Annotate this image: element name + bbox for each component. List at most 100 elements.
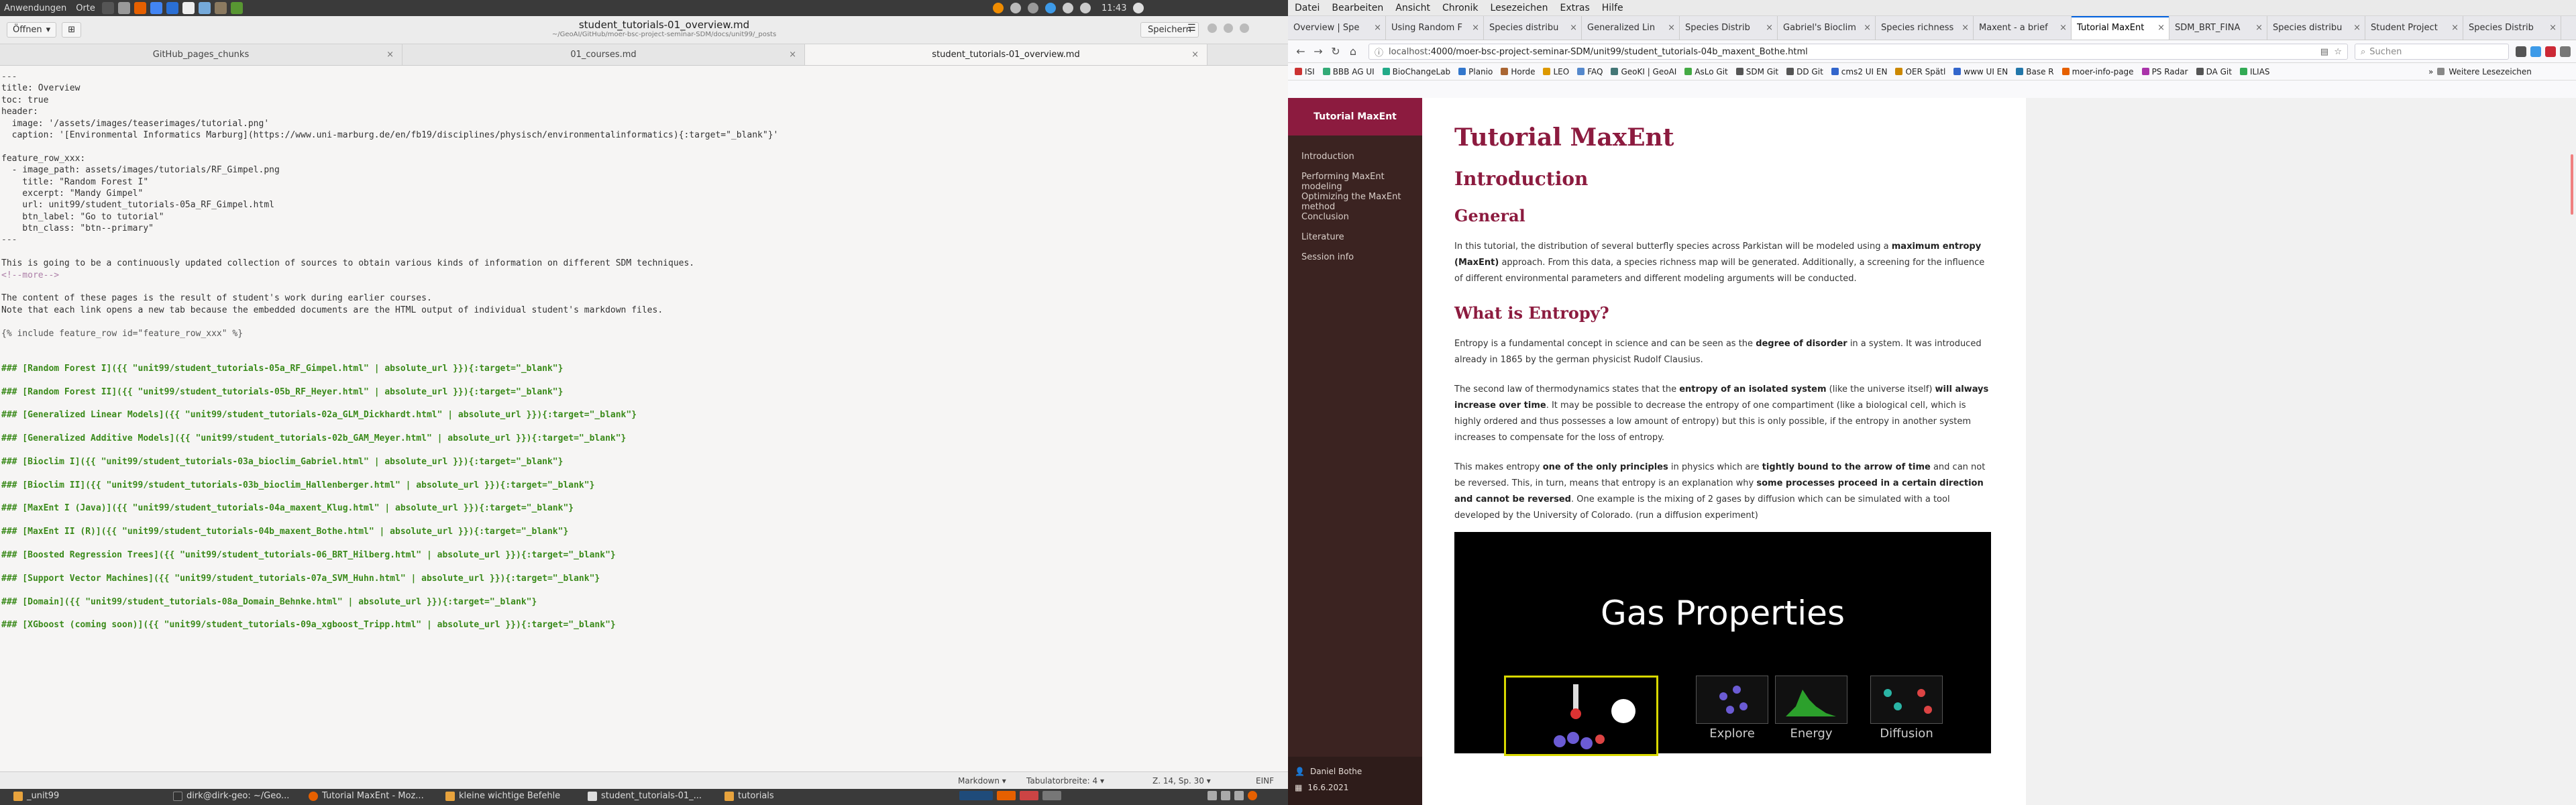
explore-screen-thumbnail[interactable] (1696, 676, 1768, 724)
browser-tab[interactable]: Overview | Spe × (1288, 16, 1386, 40)
toc-item[interactable]: Session info (1288, 248, 1422, 268)
browser-tab[interactable]: Species richness × (1876, 16, 1974, 40)
close-tab-icon[interactable]: × (1962, 23, 1969, 33)
bookmark-item[interactable]: ILIAS (2239, 67, 2270, 76)
places-menu[interactable]: Orte (76, 3, 95, 13)
open-button[interactable]: Öffnen ▾ (7, 22, 57, 38)
extension-icon[interactable] (2516, 46, 2526, 57)
bookmark-item[interactable]: BBB AG UI (1322, 67, 1375, 76)
thunderbird-launcher-icon[interactable] (166, 2, 178, 14)
cursor-position[interactable]: Z. 14, Sp. 30 ▾ (1152, 776, 1211, 786)
editor-tab[interactable]: student_tutorials-01_overview.md × (805, 44, 1208, 65)
close-tab-icon[interactable]: × (2451, 23, 2459, 33)
taskbar-item-terminal[interactable]: dirk@dirk-geo: ~/Geo... (173, 791, 289, 801)
browser-tab[interactable]: Gabriel's Bioclim × (1778, 16, 1876, 40)
editor-tab[interactable]: 01_courses.md × (402, 44, 805, 65)
workspace-1-icon[interactable] (959, 791, 993, 800)
bookmark-item[interactable]: OER Spätl (1895, 67, 1945, 76)
browser-menu-item[interactable]: Chronik (1442, 3, 1479, 13)
editor-launcher-icon[interactable] (182, 2, 195, 14)
network-icon[interactable] (1063, 3, 1073, 13)
taskbar-item-unit99[interactable]: _unit99 (13, 791, 59, 801)
close-tab-icon[interactable]: × (1668, 23, 1675, 33)
volume-icon[interactable] (1080, 3, 1091, 13)
browser-tab[interactable]: Species distribu × (1484, 16, 1582, 40)
terminal-launcher-icon[interactable] (101, 2, 114, 14)
library-icon[interactable] (2530, 46, 2541, 57)
browser-tab[interactable]: Tutorial MaxEnt × (2072, 16, 2169, 40)
bookmark-item[interactable]: AsLo Git (1684, 67, 1728, 76)
vlc-icon[interactable] (993, 3, 1004, 13)
search-bar[interactable]: ⌕ Suchen (2355, 44, 2509, 60)
power-icon[interactable] (1133, 3, 1144, 13)
browser-tab[interactable]: Using Random F × (1386, 16, 1484, 40)
new-document-button[interactable]: ⊞ (62, 22, 82, 38)
home-icon[interactable]: ⌂ (1344, 45, 1362, 58)
toc-item[interactable]: Introduction (1288, 148, 1422, 168)
browser-menu-item[interactable]: Bearbeiten (1332, 3, 1383, 13)
page-info-icon[interactable]: ⓘ (1375, 46, 1383, 58)
rstudio-launcher-icon[interactable] (198, 2, 211, 14)
bookmark-item[interactable]: FAQ (1577, 67, 1603, 76)
close-tab-icon[interactable]: × (1472, 23, 1479, 33)
taskbar-item-notes[interactable]: kleine wichtige Befehle (445, 791, 560, 801)
close-tab-icon[interactable]: × (1570, 23, 1577, 33)
energy-screen-thumbnail[interactable] (1775, 676, 1847, 724)
tab-width-selector[interactable]: Tabulatorbreite: 4 ▾ (1026, 776, 1104, 786)
bookmark-item[interactable]: Planio (1458, 67, 1493, 76)
chrome-launcher-icon[interactable] (150, 2, 162, 14)
sidebar-title[interactable]: Tutorial MaxEnt (1288, 98, 1422, 136)
editor-tab[interactable]: GitHub_pages_chunks × (0, 44, 402, 65)
menu-hamburger-icon[interactable] (2560, 46, 2571, 57)
bookmark-item[interactable]: Base R (2016, 67, 2054, 76)
minimize-icon[interactable] (1208, 23, 1217, 33)
browser-menu-item[interactable]: Extras (1560, 3, 1590, 13)
toc-item[interactable]: Literature (1288, 228, 1422, 248)
display-icon[interactable] (1208, 791, 1217, 800)
close-tab-icon[interactable]: × (2549, 23, 2557, 33)
bookmark-item[interactable]: moer-info-page (2061, 67, 2134, 76)
url-bar[interactable]: ⓘ localhost:4000/moer-bsc-project-semina… (1368, 44, 2348, 60)
browser-tab[interactable]: Maxent - a brief × (1974, 16, 2072, 40)
hamburger-menu-icon[interactable]: ☰ (1187, 23, 1196, 34)
network-icon[interactable] (1221, 791, 1230, 800)
gimp-launcher-icon[interactable] (214, 2, 227, 14)
bookmark-item[interactable]: SDM Git (1735, 67, 1778, 76)
editor-text-area[interactable]: --- title: Overview toc: true header: image… (0, 66, 1288, 743)
browser-menu-item[interactable]: Ansicht (1395, 3, 1430, 13)
qgis-launcher-icon[interactable] (230, 2, 243, 14)
sync-icon[interactable] (1028, 3, 1038, 13)
close-icon[interactable] (1240, 23, 1249, 33)
scrollbar-thumb[interactable] (2571, 154, 2573, 215)
taskbar-item-editor[interactable]: student_tutorials-01_... (588, 791, 702, 801)
firefox-icon[interactable] (1248, 791, 1257, 800)
reload-icon[interactable]: ↻ (1327, 45, 1344, 58)
gas-properties-simulation[interactable]: Gas Properties Explore Energy Diffusion (1454, 532, 1991, 756)
bookmark-item[interactable]: DD Git (1786, 67, 1823, 76)
keyboard-icon[interactable] (1234, 791, 1244, 800)
workspace-2-icon[interactable] (997, 791, 1016, 800)
bookmark-item[interactable]: ISI (1295, 67, 1315, 76)
close-tab-icon[interactable]: × (2255, 23, 2263, 33)
ideal-screen-thumbnail[interactable] (1504, 676, 1658, 756)
clock[interactable]: 11:43 (1102, 3, 1126, 13)
browser-menu-item[interactable]: Datei (1295, 3, 1320, 13)
close-tab-icon[interactable]: × (1766, 23, 1773, 33)
bookmark-item[interactable]: Horde (1501, 67, 1535, 76)
language-selector[interactable]: Markdown ▾ (958, 776, 1006, 786)
close-tab-icon[interactable]: × (386, 50, 394, 60)
browser-menu-item[interactable]: Lesezeichen (1491, 3, 1548, 13)
close-tab-icon[interactable]: × (789, 50, 796, 60)
taskbar-item-tutorials[interactable]: tutorials (724, 791, 774, 801)
close-tab-icon[interactable]: × (1191, 50, 1199, 60)
forward-icon[interactable]: → (1309, 45, 1327, 58)
browser-tab[interactable]: Student Project × (2365, 16, 2463, 40)
back-icon[interactable]: ← (1292, 45, 1309, 58)
browser-tab[interactable]: Species Distrib × (1680, 16, 1778, 40)
browser-tab[interactable]: Species distribu × (2267, 16, 2365, 40)
bookmark-item[interactable]: www UI EN (1953, 67, 2008, 76)
browser-launcher-icon[interactable] (133, 2, 146, 14)
workspace-4-icon[interactable] (1042, 791, 1061, 800)
bookmark-item[interactable]: LEO (1543, 67, 1569, 76)
diffusion-screen-thumbnail[interactable] (1870, 676, 1943, 724)
